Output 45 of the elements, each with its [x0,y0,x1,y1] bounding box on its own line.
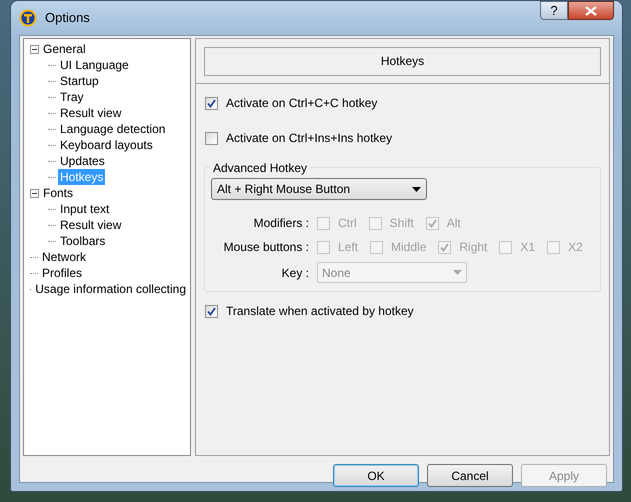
tree-item[interactable]: Language detection [58,121,168,137]
checkbox-label: Activate on Ctrl+Ins+Ins hotkey [226,130,392,147]
dropdown[interactable]: Alt + Right Mouse Button [211,178,427,200]
help-button[interactable]: ? [540,1,568,20]
field-label: Key : [280,264,309,282]
tree-item[interactable]: Fonts [41,185,76,201]
tree-item[interactable]: Network [40,249,88,265]
checkbox-label: Right [459,239,488,256]
tree-item[interactable]: Updates [58,153,107,169]
collapse-toggle-icon[interactable] [30,44,39,54]
checkbox-label: X1 [520,239,536,256]
checkbox[interactable] [205,96,218,110]
field-label: Modifiers : [252,215,309,232]
tree-item[interactable]: Usage information collecting [33,281,188,297]
checkbox-label: Translate when activated by hotkey [226,303,414,320]
app-logo-icon [19,9,37,27]
tree-item[interactable]: Result view [58,105,124,121]
tree-item[interactable]: General [41,41,88,57]
tree-item[interactable]: UI Language [58,57,131,73]
checkbox-label: Activate on Ctrl+C+C hotkey [226,95,378,112]
tree-item[interactable]: Input text [58,201,112,217]
dialog-button[interactable]: Cancel [427,464,513,487]
panel-header: Hotkeys [204,47,601,76]
checkbox-label: Middle [391,239,426,256]
tree-item[interactable]: Result view [58,217,124,233]
checkbox[interactable] [205,132,218,144]
tree-item[interactable]: Startup [58,73,101,89]
checkbox-label: Alt [446,215,461,232]
window-title: Options [45,9,91,28]
checkbox-label: X2 [568,239,583,256]
tree-item[interactable]: Tray [58,89,86,105]
field-label: Mouse buttons : [222,239,309,256]
checkbox[interactable] [205,304,218,318]
tree-item[interactable]: Keyboard layouts [58,137,155,153]
collapse-toggle-icon[interactable] [30,188,39,198]
caret-icon [453,270,462,275]
close-button[interactable] [568,1,614,20]
close-icon [585,6,597,16]
checkbox-label: Left [338,239,358,256]
checkbox-label: Ctrl [338,215,357,232]
tree-item[interactable]: Toolbars [58,233,108,249]
checkbox-label: Shift [390,215,414,232]
tree-item[interactable]: Profiles [40,265,84,281]
dialog-button[interactable]: OK [333,464,419,487]
caret-icon [412,186,421,192]
